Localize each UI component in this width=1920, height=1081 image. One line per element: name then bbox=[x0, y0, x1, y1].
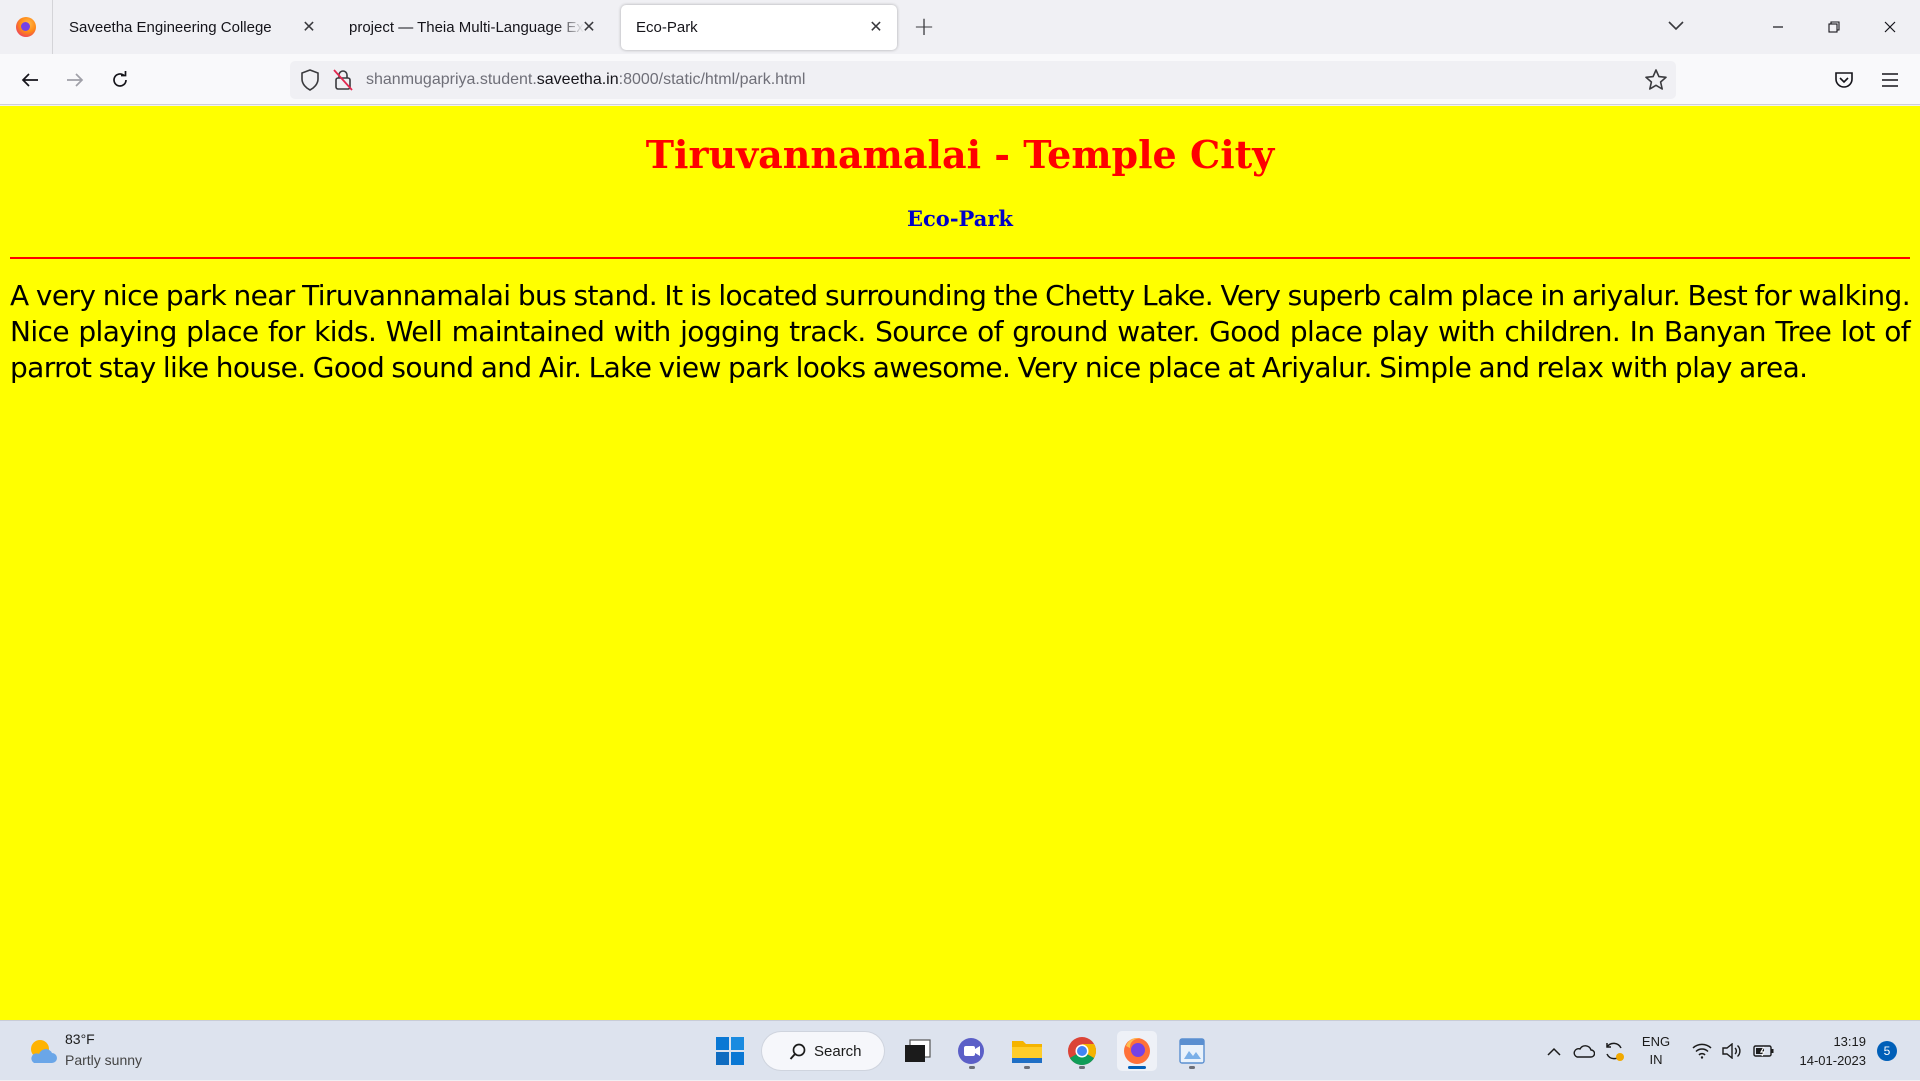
tab-label: Eco-Park bbox=[636, 19, 698, 36]
url-bar[interactable]: shanmugapriya.student.saveetha.in:8000/s… bbox=[290, 61, 1676, 99]
file-explorer-button[interactable] bbox=[1007, 1031, 1047, 1071]
page-title: Tiruvannamalai - Temple City bbox=[645, 132, 1275, 177]
close-icon bbox=[1884, 21, 1896, 33]
running-indicator bbox=[1024, 1066, 1030, 1069]
tab-theia-project[interactable]: project — Theia Multi-Language Example ✕ bbox=[334, 5, 610, 50]
language-code: ENG bbox=[1641, 1034, 1671, 1049]
volume-tray-button[interactable] bbox=[1720, 1021, 1744, 1081]
chevron-up-icon bbox=[1547, 1047, 1561, 1056]
paint-button[interactable] bbox=[1172, 1031, 1212, 1071]
speaker-icon bbox=[1722, 1043, 1741, 1059]
onedrive-tray-button[interactable] bbox=[1570, 1021, 1598, 1081]
tab-close-icon[interactable]: ✕ bbox=[865, 16, 887, 38]
network-tray-button[interactable] bbox=[1690, 1021, 1714, 1081]
notification-badge[interactable]: 5 bbox=[1877, 1041, 1897, 1061]
page-subtitle: Eco-Park bbox=[907, 206, 1013, 231]
firefox-view-button[interactable] bbox=[0, 0, 53, 54]
chrome-button[interactable] bbox=[1062, 1031, 1102, 1071]
arrow-right-icon bbox=[67, 73, 84, 87]
firefox-logo-icon bbox=[16, 17, 36, 37]
arrow-left-icon bbox=[21, 73, 38, 87]
window-restore-button[interactable] bbox=[1814, 8, 1854, 46]
meet-icon bbox=[958, 1038, 984, 1064]
tracking-protection-shield-icon[interactable] bbox=[300, 69, 320, 95]
battery-tray-button[interactable] bbox=[1750, 1021, 1778, 1081]
tab-eco-park[interactable]: Eco-Park ✕ bbox=[621, 5, 897, 50]
window-minimize-button[interactable] bbox=[1758, 8, 1798, 46]
sync-tray-button[interactable] bbox=[1600, 1021, 1628, 1081]
tab-saveetha[interactable]: Saveetha Engineering College ✕ bbox=[54, 5, 330, 50]
search-icon bbox=[789, 1043, 807, 1065]
url-host: saveetha.in bbox=[536, 71, 619, 88]
pocket-button[interactable] bbox=[1828, 64, 1860, 96]
new-tab-button[interactable]: + bbox=[910, 12, 938, 42]
tab-close-icon[interactable]: ✕ bbox=[298, 16, 320, 38]
url-path: :8000/static/html/park.html bbox=[618, 71, 806, 88]
url-text[interactable]: shanmugapriya.student.saveetha.in:8000/s… bbox=[366, 71, 805, 89]
show-hidden-icons-button[interactable] bbox=[1542, 1021, 1566, 1081]
sync-icon bbox=[1606, 1042, 1624, 1061]
chevron-down-icon bbox=[1668, 21, 1684, 31]
running-indicator bbox=[1189, 1066, 1195, 1069]
bookmark-star-icon[interactable] bbox=[1644, 68, 1668, 96]
task-view-icon bbox=[905, 1039, 931, 1062]
page-body-paragraph: A very nice park near Tiruvannamalai bus… bbox=[10, 279, 1911, 384]
pocket-icon bbox=[1835, 72, 1853, 88]
minimize-icon bbox=[1773, 26, 1783, 28]
firefox-icon bbox=[1124, 1037, 1150, 1064]
file-explorer-icon bbox=[1012, 1041, 1042, 1063]
clock-date: 14-01-2023 bbox=[1799, 1053, 1867, 1068]
cloud-icon bbox=[1573, 1045, 1595, 1058]
clock-time: 13:19 bbox=[1833, 1034, 1866, 1049]
window-close-button[interactable] bbox=[1870, 8, 1910, 46]
navigation-toolbar: shanmugapriya.student.saveetha.in:8000/s… bbox=[0, 54, 1920, 105]
taskbar-search-box[interactable]: Search bbox=[762, 1032, 884, 1070]
forward-button[interactable] bbox=[59, 64, 91, 96]
firefox-taskbar-button[interactable] bbox=[1117, 1031, 1157, 1071]
tab-close-icon[interactable]: ✕ bbox=[578, 16, 600, 38]
web-page-content: Tiruvannamalai - Temple City Eco-Park A … bbox=[0, 106, 1920, 1020]
meet-chat-button[interactable] bbox=[952, 1031, 992, 1071]
battery-charging-icon bbox=[1753, 1045, 1774, 1057]
hamburger-menu-icon bbox=[1882, 73, 1898, 87]
running-indicator bbox=[969, 1066, 975, 1069]
restore-icon bbox=[1828, 21, 1840, 33]
chrome-icon bbox=[1068, 1037, 1096, 1065]
start-button[interactable] bbox=[710, 1031, 750, 1071]
app-menu-button[interactable] bbox=[1874, 64, 1906, 96]
windows-taskbar: 83°F Partly sunny Search ENG IN 13:19 14… bbox=[0, 1020, 1920, 1080]
list-all-tabs-button[interactable] bbox=[1664, 14, 1688, 38]
running-indicator bbox=[1079, 1066, 1085, 1069]
reload-button[interactable] bbox=[104, 64, 136, 96]
weather-temperature[interactable]: 83°F bbox=[65, 1031, 95, 1047]
partly-sunny-icon[interactable] bbox=[26, 1035, 58, 1067]
task-view-button[interactable] bbox=[898, 1031, 938, 1071]
url-prefix: shanmugapriya.student. bbox=[366, 71, 537, 88]
input-language-indicator[interactable]: ENG IN bbox=[1636, 1021, 1676, 1081]
active-indicator bbox=[1128, 1066, 1146, 1069]
clock-tray-button[interactable]: 13:19 14-01-2023 bbox=[1790, 1021, 1867, 1081]
horizontal-rule bbox=[10, 257, 1910, 259]
search-label: Search bbox=[814, 1042, 862, 1060]
tab-label: project — Theia Multi-Language Example bbox=[349, 19, 584, 36]
reload-icon bbox=[113, 71, 127, 87]
weather-description[interactable]: Partly sunny bbox=[65, 1052, 142, 1068]
windows-start-icon bbox=[716, 1037, 744, 1065]
insecure-lock-icon[interactable] bbox=[333, 69, 353, 95]
paint-icon bbox=[1179, 1038, 1205, 1064]
tab-strip: Saveetha Engineering College ✕ project —… bbox=[0, 0, 1920, 54]
region-code: IN bbox=[1649, 1052, 1663, 1067]
wifi-icon bbox=[1692, 1043, 1712, 1059]
tab-label: Saveetha Engineering College bbox=[69, 19, 272, 36]
back-button[interactable] bbox=[14, 64, 46, 96]
